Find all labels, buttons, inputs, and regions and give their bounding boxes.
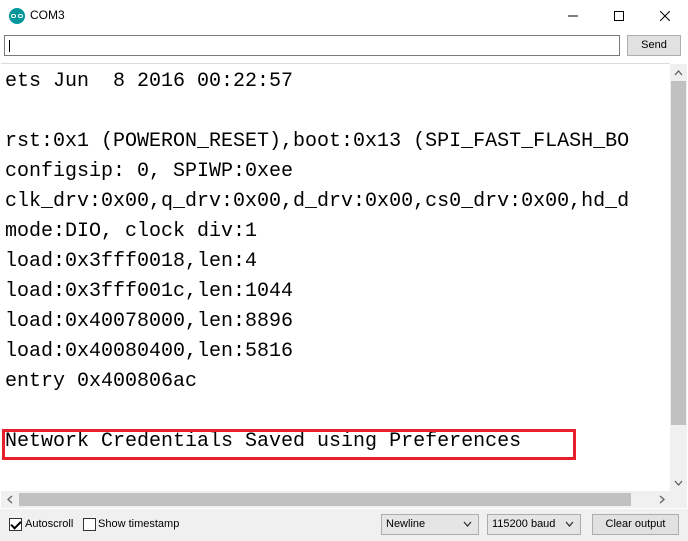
- show-timestamp-label: Show timestamp: [98, 518, 180, 530]
- maximize-button[interactable]: [596, 0, 642, 31]
- autoscroll-checkbox[interactable]: [9, 518, 22, 531]
- output-line: mode:DIO, clock div:1: [5, 220, 258, 243]
- output-line: clk_drv:0x00,q_drv:0x00,d_drv:0x00,cs0_d…: [5, 190, 630, 213]
- line-ending-select[interactable]: Newline: [381, 514, 479, 535]
- output-line: load:0x3fff001c,len:1044: [5, 280, 294, 303]
- line-ending-value: Newline: [386, 518, 426, 530]
- arduino-icon: [9, 8, 25, 24]
- scroll-down-arrow-icon[interactable]: [670, 474, 687, 491]
- chevron-down-icon: [565, 521, 574, 527]
- serial-send-input[interactable]: [4, 35, 620, 56]
- clear-output-button[interactable]: Clear output: [592, 514, 679, 535]
- text-caret: [9, 40, 10, 52]
- scroll-up-arrow-icon[interactable]: [670, 64, 687, 81]
- scrollbar-corner: [670, 491, 687, 508]
- highlight-box: [2, 429, 576, 460]
- autoscroll-label: Autoscroll: [25, 518, 74, 530]
- maximize-icon: [614, 10, 624, 21]
- horizontal-scroll-thumb[interactable]: [19, 493, 631, 506]
- close-icon: [660, 10, 670, 21]
- window-title: COM3: [30, 8, 65, 22]
- minimize-button[interactable]: [550, 0, 596, 31]
- baud-rate-value: 115200 baud: [492, 518, 556, 530]
- close-button[interactable]: [642, 0, 688, 31]
- output-line: configsip: 0, SPIWP:0xee: [5, 160, 294, 183]
- output-line: ets Jun 8 2016 00:22:57: [5, 70, 294, 93]
- show-timestamp-checkbox[interactable]: [83, 518, 96, 531]
- chevron-down-icon: [463, 521, 472, 527]
- vertical-scrollbar[interactable]: [670, 64, 687, 491]
- output-line: load:0x3fff0018,len:4: [5, 250, 258, 273]
- bottom-toolbar: Autoscroll Show timestamp Newline 115200…: [0, 509, 688, 541]
- scroll-right-arrow-icon[interactable]: [653, 491, 670, 508]
- baud-rate-select[interactable]: 115200 baud: [487, 514, 581, 535]
- output-line: rst:0x1 (POWERON_RESET),boot:0x13 (SPI_F…: [5, 130, 630, 153]
- minimize-icon: [568, 15, 578, 16]
- output-line: load:0x40078000,len:8896: [5, 310, 294, 333]
- serial-output[interactable]: ets Jun 8 2016 00:22:57 rst:0x1 (POWERON…: [1, 63, 670, 491]
- vertical-scroll-thumb[interactable]: [671, 81, 686, 425]
- output-line: entry 0x400806ac: [5, 370, 198, 393]
- output-line: load:0x40080400,len:5816: [5, 340, 294, 363]
- horizontal-scrollbar[interactable]: [1, 491, 670, 508]
- title-bar: COM3: [0, 0, 688, 31]
- scroll-left-arrow-icon[interactable]: [1, 491, 18, 508]
- send-button[interactable]: Send: [627, 35, 681, 56]
